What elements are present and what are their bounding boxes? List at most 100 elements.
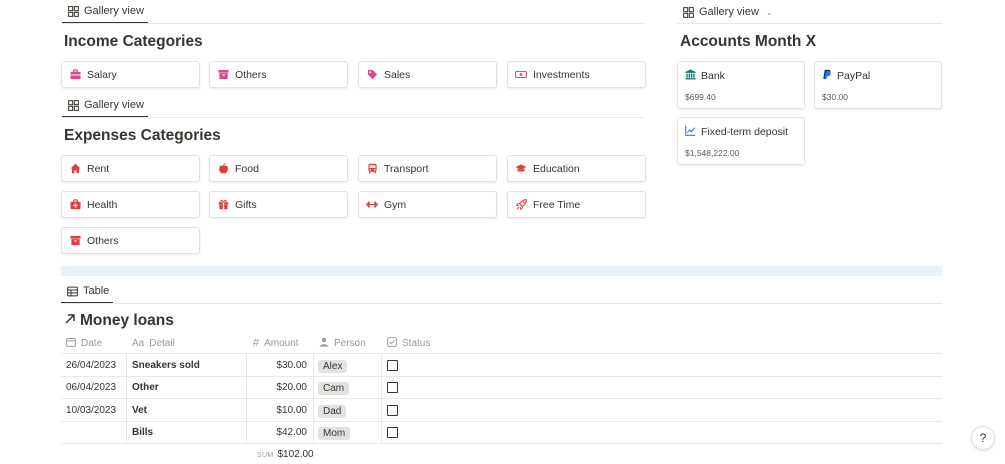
amount-cell[interactable]: $20.00	[247, 376, 307, 398]
date-cell[interactable]: 06/04/2023	[66, 376, 116, 398]
status-cell[interactable]	[387, 354, 398, 376]
loans-title[interactable]: Money loans	[64, 312, 174, 330]
expense-card-education[interactable]: Education	[507, 155, 646, 182]
card-label: Health	[87, 198, 118, 211]
expenses-gallery-view-tab[interactable]: Gallery view	[62, 94, 148, 118]
table-icon	[67, 286, 78, 296]
header-label: Amount	[264, 337, 299, 349]
amount-sum[interactable]: SUM $102.00	[257, 449, 314, 460]
detail-cell[interactable]: Other	[132, 376, 159, 398]
amount-cell[interactable]: $42.00	[247, 421, 307, 443]
paypal-icon	[822, 69, 832, 83]
view-tab-label: Table	[83, 285, 110, 297]
card-label: Food	[235, 162, 259, 175]
card-label: Gifts	[235, 198, 257, 211]
account-value: $30.00	[822, 92, 848, 102]
status-cell[interactable]	[387, 399, 398, 421]
status-cell[interactable]	[387, 376, 398, 398]
account-card-paypal[interactable]: PayPal $30.00	[814, 61, 942, 109]
calendar-icon	[66, 337, 76, 350]
briefcase-icon	[69, 69, 81, 81]
expense-card-rent[interactable]: Rent	[61, 155, 200, 182]
status-checkbox[interactable]	[387, 426, 398, 438]
divider	[61, 23, 645, 24]
hash-icon: #	[253, 337, 260, 349]
callout-divider	[61, 266, 942, 276]
account-label: Fixed-term deposit	[701, 126, 788, 138]
view-tab-label: Gallery view	[699, 6, 759, 18]
income-card-salary[interactable]: Salary	[61, 61, 200, 88]
account-card-bank[interactable]: Bank $699.40	[677, 61, 805, 109]
date-cell[interactable]: 10/03/2023	[66, 399, 116, 421]
detail-cell[interactable]: Sneakers sold	[132, 354, 200, 376]
gallery-icon	[68, 99, 79, 111]
expense-card-gifts[interactable]: Gifts	[209, 191, 348, 218]
person-tag: Mom	[318, 426, 351, 440]
detail-cell[interactable]: Bills	[132, 421, 153, 443]
date-cell[interactable]: 26/04/2023	[66, 354, 116, 376]
person-cell[interactable]: Dad	[318, 400, 347, 422]
accounts-gallery-view-tab[interactable]: Gallery view ⌄	[677, 0, 777, 24]
accounts-title: Accounts Month X	[680, 33, 817, 50]
column-header-date[interactable]: Date	[66, 333, 102, 353]
person-tag: Cam	[318, 381, 350, 395]
arrow-up-right-icon	[64, 312, 76, 330]
expense-card-food[interactable]: Food	[209, 155, 348, 182]
person-cell[interactable]: Alex	[318, 355, 348, 377]
amount-cell[interactable]: $30.00	[247, 354, 307, 376]
graduation-cap-icon	[515, 163, 527, 175]
column-header-status[interactable]: Status	[387, 333, 430, 353]
account-value: $1,548,222.00	[685, 148, 740, 158]
column-header-person[interactable]: Person	[319, 333, 366, 353]
person-cell[interactable]: Mom	[318, 422, 351, 444]
expense-card-gym[interactable]: Gym	[358, 191, 497, 218]
apple-icon	[217, 163, 229, 175]
money-icon	[515, 69, 527, 81]
person-icon	[319, 337, 329, 350]
account-value: $699.40	[685, 92, 716, 102]
account-card-fixed-term-deposit[interactable]: Fixed-term deposit $1,548,222.00	[677, 117, 805, 165]
checkbox-property-icon	[387, 336, 397, 350]
bus-icon	[366, 163, 378, 175]
status-checkbox[interactable]	[387, 404, 398, 416]
column-header-detail[interactable]: Aa Detail	[132, 333, 175, 353]
status-checkbox[interactable]	[387, 381, 398, 393]
chevron-down-icon[interactable]: ⌄	[766, 8, 773, 17]
row-line	[61, 443, 942, 444]
income-gallery-view-tab[interactable]: Gallery view	[62, 0, 148, 24]
income-card-investments[interactable]: Investments	[507, 61, 646, 88]
chart-line-icon	[685, 125, 696, 139]
expense-card-others[interactable]: Others	[61, 227, 200, 254]
expense-card-health[interactable]: Health	[61, 191, 200, 218]
loans-table-view-tab[interactable]: Table	[61, 280, 114, 304]
header-label: Person	[334, 337, 366, 349]
expense-card-transport[interactable]: Transport	[358, 155, 497, 182]
income-card-others[interactable]: Others	[209, 61, 348, 88]
help-button[interactable]: ?	[971, 426, 995, 450]
income-card-sales[interactable]: Sales	[358, 61, 497, 88]
sum-value: $102.00	[277, 449, 314, 460]
card-label: Others	[235, 68, 267, 81]
archive-icon	[217, 69, 229, 81]
status-cell[interactable]	[387, 421, 398, 443]
person-tag: Alex	[318, 359, 348, 373]
archive-icon	[69, 235, 81, 247]
divider	[677, 23, 942, 24]
person-cell[interactable]: Cam	[318, 377, 350, 399]
status-checkbox[interactable]	[387, 359, 398, 371]
gift-icon	[217, 199, 229, 211]
account-label: Bank	[701, 70, 725, 82]
detail-cell[interactable]: Vet	[132, 399, 147, 421]
help-label: ?	[979, 431, 987, 445]
sum-label: SUM	[257, 452, 274, 459]
amount-cell[interactable]: $10.00	[247, 399, 307, 421]
row-line	[61, 376, 942, 377]
column-line	[381, 353, 382, 443]
card-label: Rent	[87, 162, 110, 175]
account-label: PayPal	[837, 70, 871, 82]
divider	[61, 117, 645, 118]
loans-title-text: Money loans	[80, 312, 174, 329]
column-line	[313, 353, 314, 443]
column-header-amount[interactable]: # Amount	[253, 333, 299, 353]
expense-card-free-time[interactable]: Free Time	[507, 191, 646, 218]
